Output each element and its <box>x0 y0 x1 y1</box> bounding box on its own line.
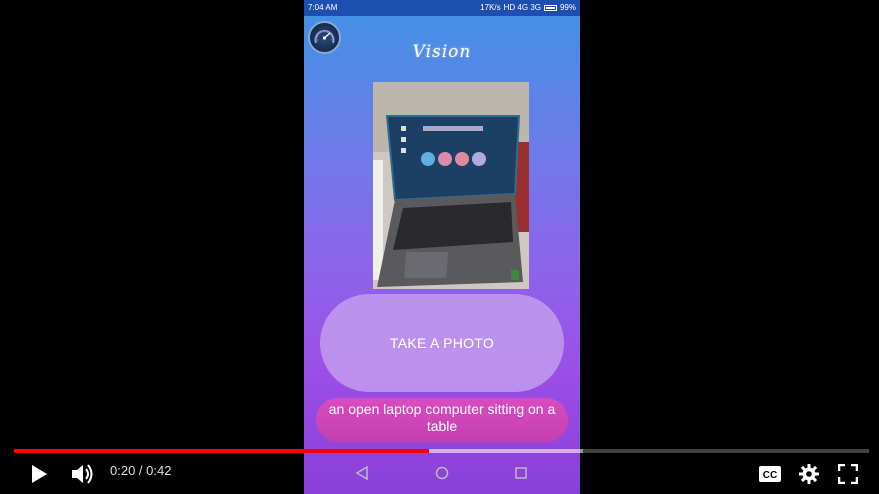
battery-level: 99% <box>559 3 576 12</box>
video-player[interactable]: 7:04 AM 17K/s HD 4G 3G 99% Vision TAKE A… <box>0 0 879 494</box>
network-speed: 17K/s <box>480 3 501 12</box>
volume-icon[interactable] <box>65 459 101 489</box>
app-title: Vision <box>412 42 472 62</box>
caption-result: an open laptop computer sitting on a tab… <box>316 398 568 442</box>
progress-bar[interactable] <box>14 449 869 453</box>
battery-icon <box>543 5 557 11</box>
cc-icon[interactable]: CC <box>752 459 788 489</box>
status-time: 7:04 AM <box>308 3 338 12</box>
take-photo-button[interactable]: TAKE A PHOTO <box>320 294 564 392</box>
time-display: 0:20 / 0:42 <box>110 463 172 478</box>
fullscreen-icon[interactable] <box>830 459 866 489</box>
progress-played <box>14 449 429 453</box>
phone-screen: 7:04 AM 17K/s HD 4G 3G 99% Vision TAKE A… <box>304 0 580 494</box>
svg-text:CC: CC <box>763 470 777 481</box>
signal-labels: HD 4G 3G <box>503 3 541 12</box>
captured-photo <box>373 82 529 289</box>
settings-icon[interactable] <box>791 459 827 489</box>
play-icon[interactable] <box>21 459 57 489</box>
android-status-bar: 7:04 AM 17K/s HD 4G 3G 99% <box>304 0 580 16</box>
player-controls: 0:20 / 0:42 CC <box>0 455 879 494</box>
status-indicators: 17K/s HD 4G 3G 99% <box>480 0 576 16</box>
